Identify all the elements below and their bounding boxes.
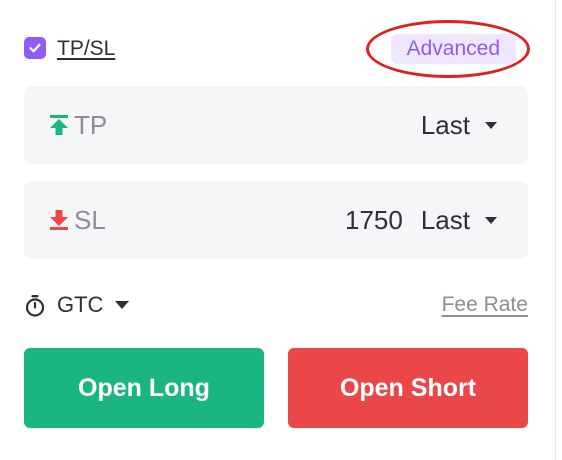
take-profit-field[interactable]: TP Last <box>24 86 528 164</box>
arrow-down-to-line-icon <box>50 210 68 230</box>
chevron-down-icon[interactable] <box>114 300 130 310</box>
fee-rate-link[interactable]: Fee Rate <box>442 290 528 320</box>
tpsl-row: TP/SL Advanced <box>24 34 528 64</box>
arrow-up-to-line-icon <box>50 115 68 135</box>
timer-icon <box>25 295 45 317</box>
advanced-button[interactable]: Advanced <box>390 34 516 64</box>
time-in-force-select[interactable]: GTC <box>57 290 103 320</box>
open-short-button[interactable]: Open Short <box>288 348 528 428</box>
stop-loss-value[interactable]: 1750 <box>345 205 403 236</box>
stop-loss-label: SL <box>74 204 106 235</box>
stop-loss-field[interactable]: SL 1750 Last <box>24 181 528 259</box>
check-icon <box>29 43 41 53</box>
tpsl-checkbox[interactable] <box>24 37 46 59</box>
take-profit-trigger-select[interactable]: Last <box>421 110 470 141</box>
panel-divider <box>555 0 556 460</box>
time-in-force-row: GTC Fee Rate <box>24 290 528 320</box>
chevron-down-icon[interactable] <box>484 216 498 225</box>
open-long-button[interactable]: Open Long <box>24 348 264 428</box>
stop-loss-trigger-select[interactable]: Last <box>421 205 470 236</box>
tpsl-label[interactable]: TP/SL <box>57 34 115 64</box>
chevron-down-icon[interactable] <box>484 121 498 130</box>
take-profit-label: TP <box>74 109 108 140</box>
